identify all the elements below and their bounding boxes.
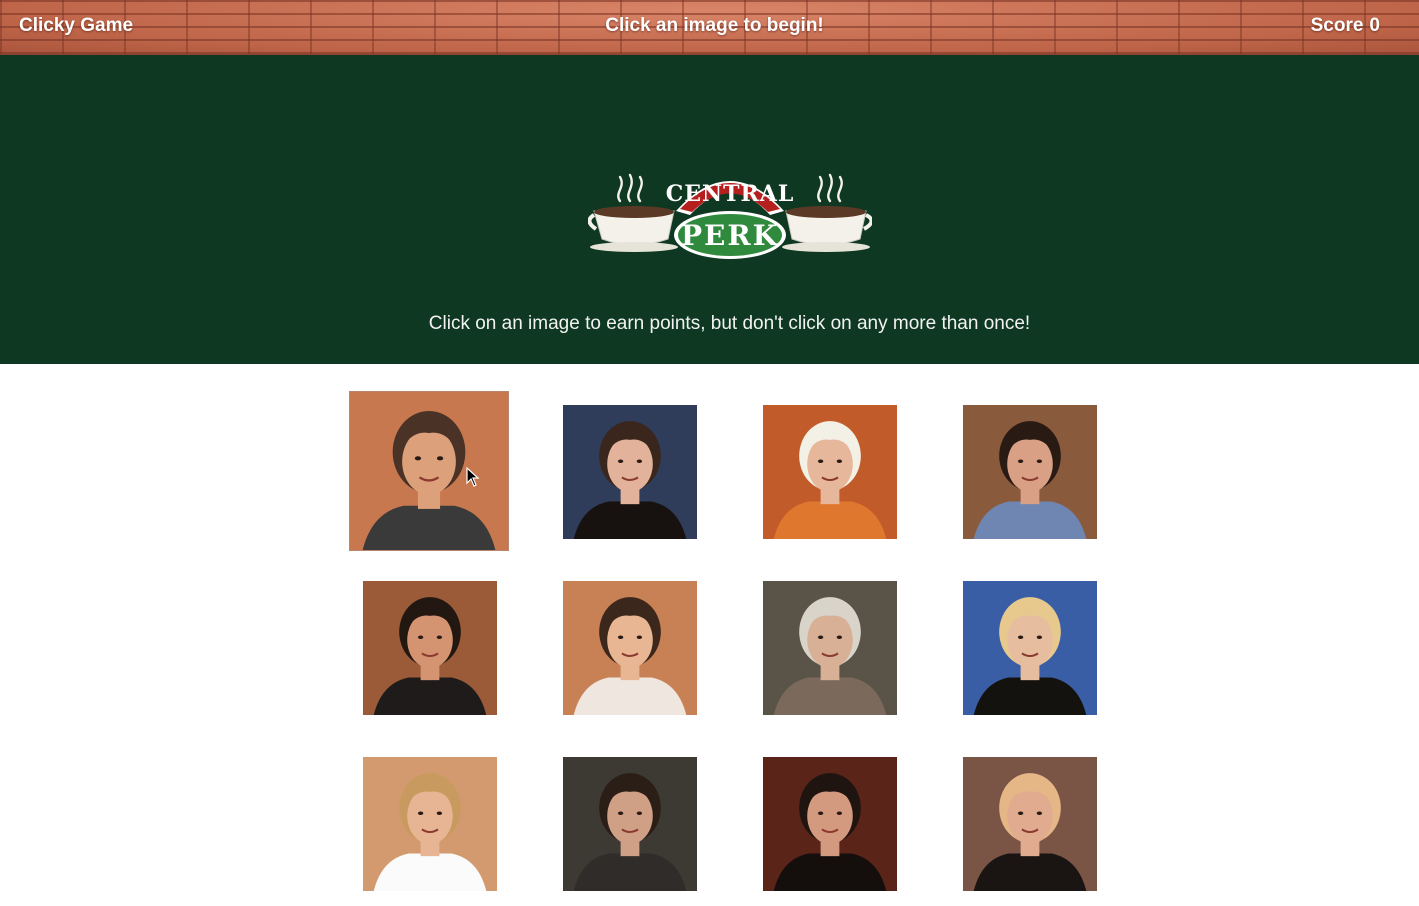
score-display: Score 0 (1311, 15, 1380, 37)
character-card-mr-heckles[interactable] (763, 581, 897, 715)
jumbotron: CENTRAL PERK Click on an image to earn p… (0, 55, 1419, 364)
character-card-judy[interactable] (963, 757, 1097, 891)
character-card-gunther[interactable] (763, 405, 897, 539)
character-card-phoebe[interactable] (963, 581, 1097, 715)
character-card-janice[interactable] (963, 405, 1097, 539)
navbar: Clicky Game Click an image to begin! Sco… (0, 0, 1419, 55)
character-card-janice-like[interactable] (563, 405, 697, 539)
character-card-ross[interactable] (763, 757, 897, 891)
portrait-image (363, 757, 497, 891)
portrait-image (363, 581, 497, 715)
portrait-image (963, 757, 1097, 891)
central-perk-logo: CENTRAL PERK (588, 173, 872, 259)
character-card-chandler[interactable] (349, 391, 509, 551)
logo-bottom-text: PERK (681, 219, 779, 252)
portrait-image (963, 405, 1097, 539)
score-label: Score (1310, 15, 1364, 36)
portrait-image (763, 405, 897, 539)
portrait-image (563, 405, 697, 539)
portrait-image (963, 581, 1097, 715)
character-card-rachel[interactable] (363, 757, 497, 891)
portrait-image (350, 392, 508, 550)
portrait-image (763, 757, 897, 891)
score-value: 0 (1369, 15, 1380, 36)
status-message: Click an image to begin! (605, 15, 824, 36)
character-card-monica[interactable] (563, 581, 697, 715)
logo-top-text: CENTRAL (666, 181, 795, 207)
instructions-text: Click on an image to earn points, but do… (428, 313, 1031, 334)
image-grid (0, 364, 1419, 906)
portrait-image (563, 581, 697, 715)
character-card-joey[interactable] (363, 581, 497, 715)
character-card-richard[interactable] (563, 757, 697, 891)
portrait-image (763, 581, 897, 715)
portrait-image (563, 757, 697, 891)
